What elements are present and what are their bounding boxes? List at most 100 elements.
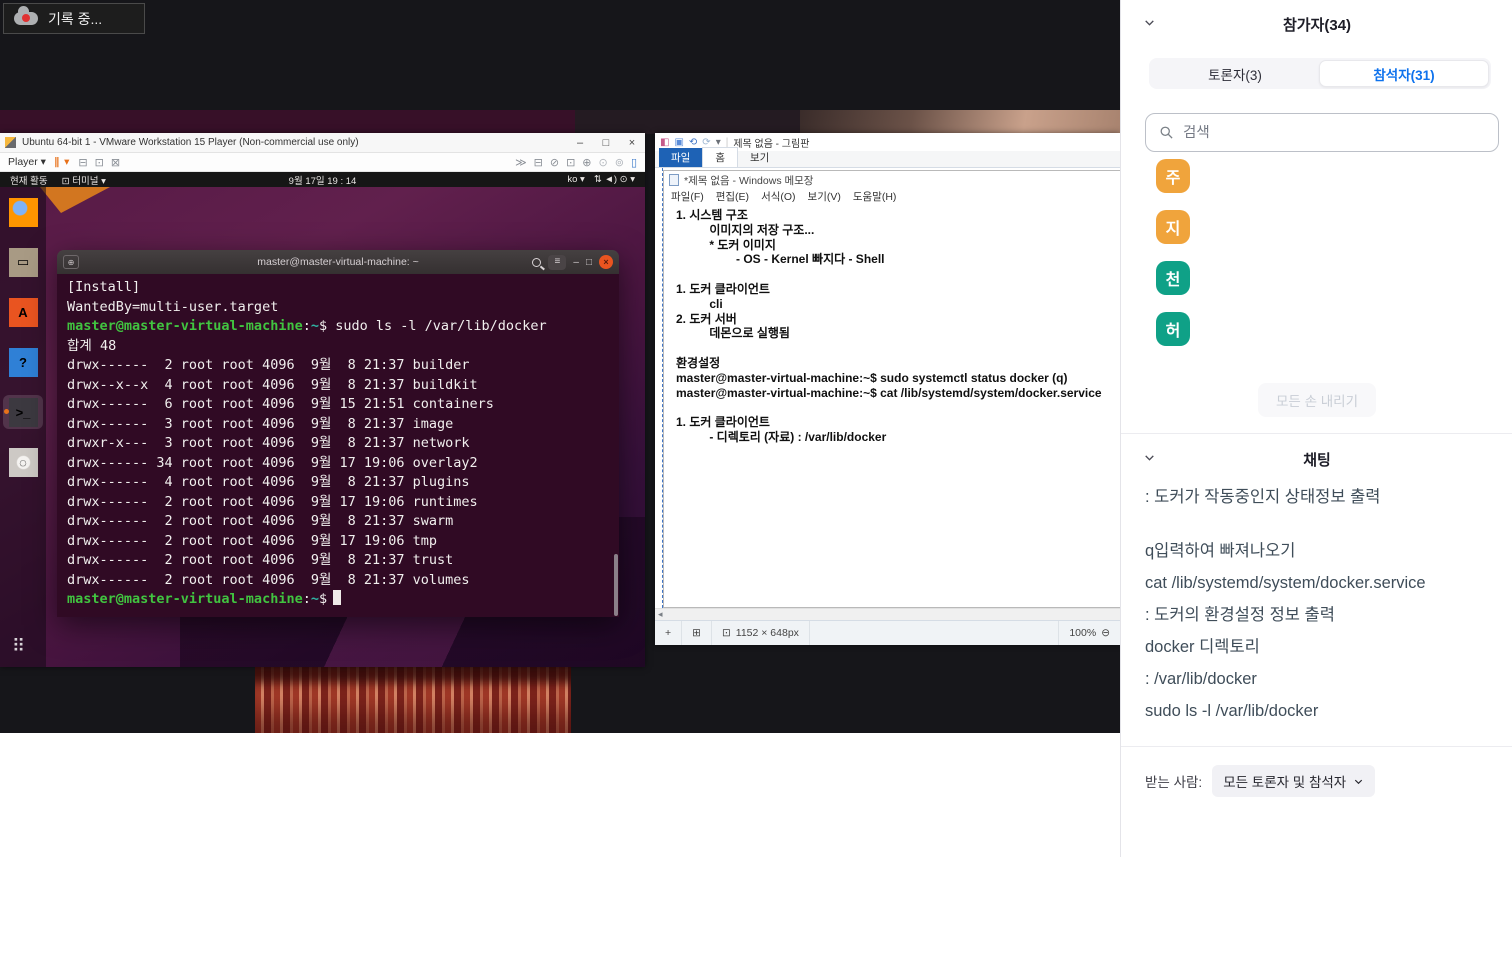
lower-all-hands-button[interactable]: 모든 손 내리기 <box>1258 383 1376 417</box>
recipient-dropdown[interactable]: 모든 토론자 및 참석자 <box>1212 765 1375 797</box>
dock-item[interactable]: ◌ <box>3 445 43 479</box>
avatar[interactable]: 지 <box>1156 210 1190 244</box>
zoom-in-control[interactable]: + <box>655 621 682 645</box>
tab-home[interactable]: 홈 <box>702 147 738 167</box>
dock-item[interactable]: A <box>3 295 43 329</box>
dock-app-icon: ? <box>9 348 38 377</box>
notepad-titlebar[interactable]: *제목 없음 - Windows 메모장 <box>664 171 1120 189</box>
zoom-out-icon[interactable]: ⊖ <box>1101 627 1110 639</box>
vmware-logo-icon <box>5 137 16 148</box>
notepad-menu-item[interactable]: 도움말(H) <box>853 189 897 204</box>
vmware-toolbar-icon[interactable]: ⊟ <box>78 156 87 169</box>
separator: | <box>726 137 729 148</box>
avatar[interactable]: 주 <box>1156 159 1190 193</box>
avatar[interactable]: 허 <box>1156 312 1190 346</box>
search-icon[interactable] <box>532 258 541 267</box>
keyboard-layout-indicator[interactable]: ko ▾ <box>567 174 584 185</box>
wallpaper-strip <box>0 110 575 134</box>
notepad-menu-item[interactable]: 편집(E) <box>716 189 749 204</box>
chat-message: sudo ls -l /var/lib/docker <box>1145 695 1495 727</box>
tab-file[interactable]: 파일 <box>659 148 702 167</box>
chat-message-list[interactable]: : 도커가 작동중인지 상태정보 출력q입력하여 빠져나오기cat /lib/s… <box>1145 481 1495 727</box>
prompt-path: ~ <box>311 318 319 334</box>
prompt-path: ~ <box>311 591 319 607</box>
notepad-menubar: 파일(F) 편집(E) 서식(O) 보기(V) 도움말(H) <box>664 189 1120 204</box>
menu-icon[interactable]: ≡ <box>548 255 566 270</box>
section-divider <box>1121 433 1512 434</box>
vmware-toolbar-icon[interactable]: ⊚ <box>615 156 624 169</box>
notepad-icon <box>669 174 679 186</box>
terminal-window: ⊕ master@master-virtual-machine: ~ ≡ – □… <box>57 250 619 617</box>
ubuntu-desktop: ⊕ master@master-virtual-machine: ~ ≡ – □… <box>0 187 645 667</box>
scroll-left-arrow[interactable]: ◂ <box>658 609 663 620</box>
prompt-dollar: $ <box>319 591 327 607</box>
chevron-down-icon <box>1353 776 1364 787</box>
chat-message: cat /lib/systemd/system/docker.service <box>1145 567 1495 599</box>
paint-qat-icon[interactable]: ◧ <box>660 137 669 148</box>
maximize-button[interactable]: □ <box>593 137 619 149</box>
vmware-window: Ubuntu 64-bit 1 - VMware Workstation 15 … <box>0 133 645 667</box>
prompt-colon: : <box>303 591 311 607</box>
pause-vm-button[interactable]: ∥ ▾ <box>54 156 70 168</box>
search-icon <box>1159 125 1174 140</box>
close-button[interactable]: × <box>599 255 613 269</box>
terminal-prompt-line: master@master-virtual-machine:~$ <box>67 590 619 610</box>
paint-qat-icon[interactable]: ⟲ <box>689 137 697 148</box>
recording-indicator: 기록 중... <box>3 3 145 34</box>
ubuntu-clock[interactable]: 9월 17일 19 : 14 <box>0 173 645 187</box>
running-indicator-dot <box>4 409 9 414</box>
dock-app-icon: A <box>9 298 38 327</box>
notepad-menu-item[interactable]: 파일(F) <box>671 189 704 204</box>
vmware-toolbar-icon[interactable]: ⊠ <box>111 156 120 169</box>
paint-horizontal-scrollbar[interactable]: ◂ <box>655 608 1120 620</box>
vmware-titlebar[interactable]: Ubuntu 64-bit 1 - VMware Workstation 15 … <box>0 133 645 153</box>
minimize-button[interactable]: – <box>573 257 579 268</box>
vmware-toolbar-icon[interactable]: ⊡ <box>566 156 575 169</box>
participant-search-box[interactable] <box>1145 113 1499 152</box>
vmware-toolbar-icon[interactable]: ⊟ <box>534 156 543 169</box>
vmware-toolbar-icon[interactable]: ⊙ <box>599 156 608 169</box>
chat-message: : 도커의 환경설정 정보 출력 <box>1145 599 1495 631</box>
chat-message: docker 디렉토리 <box>1145 631 1495 663</box>
maximize-button[interactable]: □ <box>586 257 592 268</box>
avatar[interactable]: 천 <box>1156 261 1190 295</box>
running-indicator-dot <box>4 459 9 464</box>
vmware-toolbar-icon[interactable]: ⊘ <box>550 156 559 169</box>
player-menu[interactable]: Player ▾ <box>8 156 46 168</box>
system-tray-icons[interactable]: ⇅ ◄) ⊙ ▾ <box>594 174 635 185</box>
vmware-toolbar-icon[interactable]: ⊡ <box>95 156 104 169</box>
tab-panelists[interactable]: 토론자(3) <box>1151 60 1319 87</box>
vmware-toolbar-icon[interactable]: ⊕ <box>582 156 591 169</box>
dock-app-icon <box>9 198 38 227</box>
tab-view[interactable]: 보기 <box>738 148 781 167</box>
wallpaper-person-photo <box>800 110 1120 134</box>
search-input[interactable] <box>1183 125 1463 141</box>
dock-item[interactable]: ? <box>3 345 43 379</box>
tab-attendees[interactable]: 참석자(31) <box>1319 60 1489 87</box>
minimize-button[interactable]: – <box>567 137 593 149</box>
paint-qat-icon[interactable]: ▾ <box>716 137 721 148</box>
wallpaper-city-photo <box>255 665 571 733</box>
paint-qat-icon[interactable]: ⟳ <box>702 137 710 148</box>
dock-item[interactable] <box>3 195 43 229</box>
zoom-level-value: 100% <box>1069 627 1096 639</box>
running-indicator-dot <box>4 259 9 264</box>
notepad-menu-item[interactable]: 보기(V) <box>808 189 841 204</box>
app-grid-icon[interactable]: ⠿ <box>12 636 26 657</box>
dock-item[interactable]: >_ <box>3 395 43 429</box>
attendee-list: 주지천허 <box>1156 159 1190 346</box>
terminal-cursor <box>333 590 341 605</box>
paint-qat-icon[interactable]: ▣ <box>674 137 683 148</box>
notepad-window: *제목 없음 - Windows 메모장 파일(F) 편집(E) 서식(O) 보기(V… <box>663 170 1120 608</box>
chat-message <box>1145 513 1495 535</box>
close-button[interactable]: × <box>619 137 645 149</box>
dock-item[interactable]: ▭ <box>3 245 43 279</box>
vmware-toolbar-icon[interactable]: ▯ <box>631 156 637 169</box>
terminal-output[interactable]: [Install] WantedBy=multi-user.target mas… <box>57 274 619 617</box>
terminal-titlebar[interactable]: ⊕ master@master-virtual-machine: ~ ≡ – □… <box>57 250 619 274</box>
vmware-toolbar-icon[interactable]: ≫ <box>515 156 527 169</box>
cloud-recording-icon <box>14 12 38 25</box>
terminal-scrollbar[interactable] <box>614 554 618 616</box>
notepad-text[interactable]: 1. 시스템 구조 이미지의 저장 구조... * 도커 이미지 - OS - … <box>664 204 1120 445</box>
notepad-menu-item[interactable]: 서식(O) <box>761 189 795 204</box>
